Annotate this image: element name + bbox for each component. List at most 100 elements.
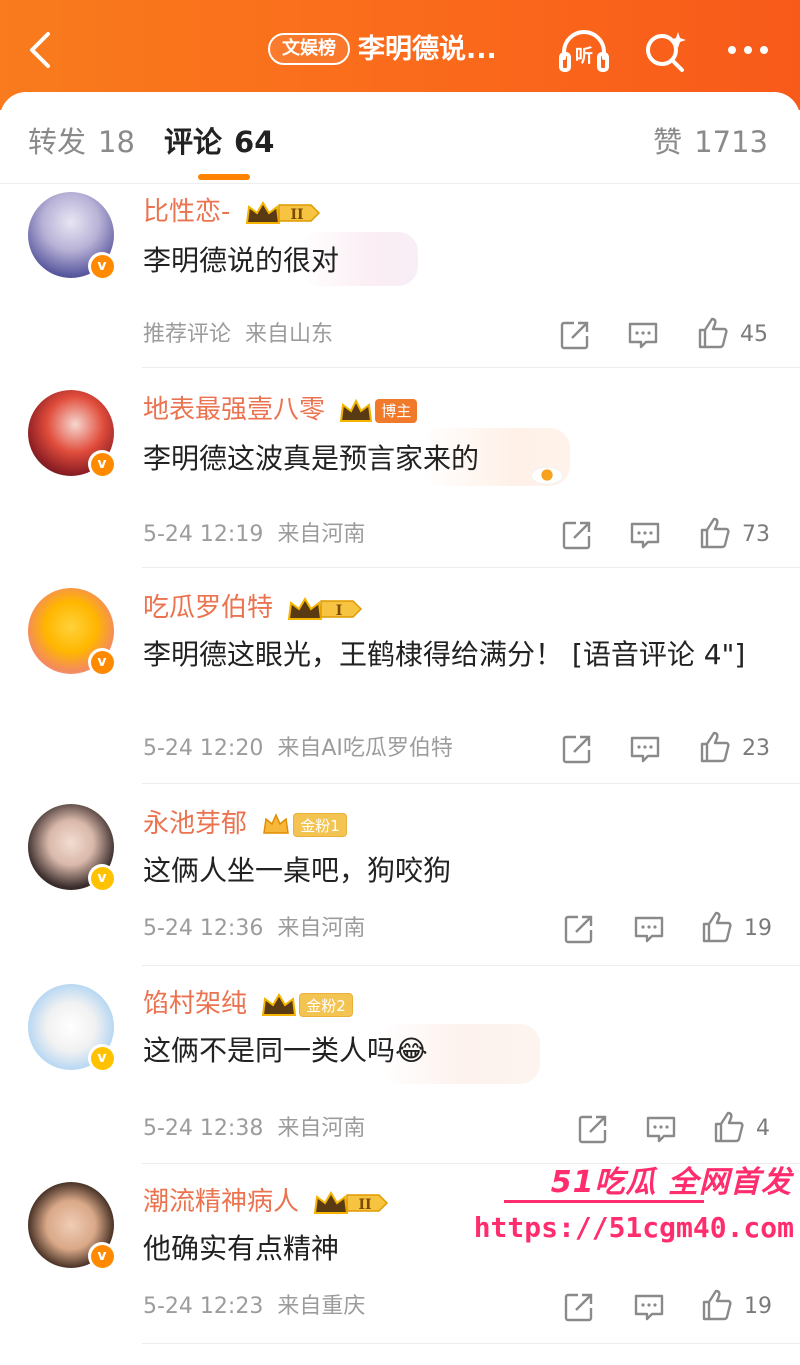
comment-meta: 推荐评论 来自山东 [143,320,333,350]
tab-like-label: 赞 [653,125,683,159]
username-text: 吃瓜罗伯特 [143,593,274,623]
share-icon[interactable] [576,1112,610,1148]
like-count: 45 [740,322,768,347]
avatar[interactable]: v [28,390,116,478]
tab-comment-label: 评论 [164,125,223,159]
crown-level-badge-icon: I [287,595,363,623]
comment-reply-icon[interactable] [632,1290,666,1326]
comment-reply-icon[interactable] [644,1112,678,1148]
share-icon[interactable] [560,518,594,554]
comment-time: 推荐评论 [143,322,232,347]
listen-label: 听 [575,45,593,67]
comment-reply-icon[interactable] [628,732,662,768]
comment-reply-icon[interactable] [632,912,666,948]
comment-location: 来自AI吃瓜罗伯特 [277,736,453,761]
hot-list-tag[interactable]: 文娱榜 [268,33,350,65]
like-thumb-icon[interactable] [700,910,734,946]
avatar[interactable]: v [28,1182,116,1270]
divider [142,367,800,368]
watermark-url: https://51cgm40.com [473,1211,794,1244]
comment-reply-icon[interactable] [626,318,660,354]
verified-badge-icon: v [88,648,116,676]
username-text: 比性恋- [143,197,231,227]
like-thumb-icon[interactable] [698,730,732,766]
comment-item: v 比性恋- II 李明德说的很对 推荐评论 来自山东 45 [0,186,800,368]
verified-badge-icon: v [88,252,116,280]
username-text: 潮流精神病人 [143,1187,300,1217]
watermark-line [504,1200,704,1203]
comment-item: v 馅村架纯 金粉2 这俩不是同一类人吗😂 5-24 12:38 来自河南 4 [0,980,800,1164]
more-dots-icon[interactable] [720,24,776,80]
avatar[interactable]: v [28,984,116,1072]
tab-comment-count: 64 [234,125,275,159]
svg-text:I: I [336,603,343,619]
tab-like[interactable]: 赞 1713 [653,122,768,162]
crown-icon [339,397,373,425]
back-arrow-icon[interactable] [22,28,62,72]
share-icon[interactable] [560,732,594,768]
comment-location: 来自河南 [277,1116,366,1141]
username[interactable]: 吃瓜罗伯特 I [143,590,363,626]
avatar[interactable]: v [28,588,116,676]
comment-location: 来自重庆 [277,1294,366,1319]
comment-time: 5-24 12:19 [143,522,264,547]
verified-badge-icon: v [88,1242,116,1270]
divider [142,1343,800,1344]
like-thumb-icon[interactable] [700,1288,734,1324]
like-count: 19 [744,916,772,941]
comment-meta: 5-24 12:38 来自河南 [143,1114,365,1144]
verified-badge-icon: v [88,450,116,478]
headphones-listen-icon[interactable]: 听 [556,24,612,80]
gold-fan-icon [261,811,291,839]
like-count: 23 [742,736,770,761]
comment-time: 5-24 12:38 [143,1116,264,1141]
username[interactable]: 比性恋- II [143,194,321,230]
username[interactable]: 永池芽郁 金粉1 [143,806,347,842]
username[interactable]: 潮流精神病人 II [143,1184,389,1220]
crown-level-badge-icon: II [245,199,321,227]
gold-fan-badge: 金粉1 [293,812,347,837]
comment-reply-icon[interactable] [628,518,662,554]
like-thumb-icon[interactable] [698,516,732,552]
comment-meta: 5-24 12:36 来自河南 [143,914,365,944]
active-tab-indicator [198,174,250,180]
divider [142,567,800,568]
comment-time: 5-24 12:23 [143,1294,264,1319]
comment-location: 来自河南 [277,522,366,547]
like-thumb-icon[interactable] [696,316,730,352]
watermark-overlay: 51吃瓜 全网首发 https://51cgm40.com [474,1155,800,1255]
comment-time: 5-24 12:36 [143,916,264,941]
like-thumb-icon[interactable] [712,1110,746,1146]
username[interactable]: 馅村架纯 金粉2 [143,986,353,1022]
username-text: 永池芽郁 [143,809,248,839]
comment-item: v 地表最强壹八零 博主 李明德这波真是预言家来的 5-24 12:19 来自河南… [0,382,800,568]
like-count: 73 [742,522,770,547]
tab-repost-label: 转发 [28,125,87,159]
share-icon[interactable] [558,318,592,354]
comment-meta: 5-24 12:20 来自AI吃瓜罗伯特 [143,734,453,764]
username[interactable]: 地表最强壹八零 博主 [143,392,418,428]
search-sparkle-icon[interactable] [638,24,694,80]
watermark-brand: 51吃瓜 全网首发 [550,1165,792,1200]
comment-location: 来自河南 [277,916,366,941]
svg-text:II: II [290,207,303,223]
username-text: 地表最强壹八零 [143,395,326,425]
blogger-badge: 博主 [375,398,418,423]
comment-text: 这俩不是同一类人吗😂 [143,1034,428,1067]
share-icon[interactable] [562,1290,596,1326]
comment-text: 李明德这眼光，王鹤棣得给满分！ [语音评论 4"] [143,638,746,671]
tab-comment[interactable]: 评论 64 [164,122,274,162]
tab-repost[interactable]: 转发 18 [28,122,135,162]
comment-time: 5-24 12:20 [143,736,264,761]
crown-icon [261,991,297,1019]
divider [142,965,800,966]
avatar[interactable]: v [28,192,116,280]
crown-level-badge-icon: II [313,1189,389,1217]
username-text: 馅村架纯 [143,989,248,1019]
verified-badge-icon: v [88,864,116,892]
svg-text:II: II [359,1197,372,1213]
gold-fan-badge: 金粉2 [299,992,353,1017]
avatar[interactable]: v [28,804,116,892]
comment-item: v 永池芽郁 金粉1 这俩人坐一桌吧，狗咬狗 5-24 12:36 来自河南 19 [0,800,800,966]
share-icon[interactable] [562,912,596,948]
